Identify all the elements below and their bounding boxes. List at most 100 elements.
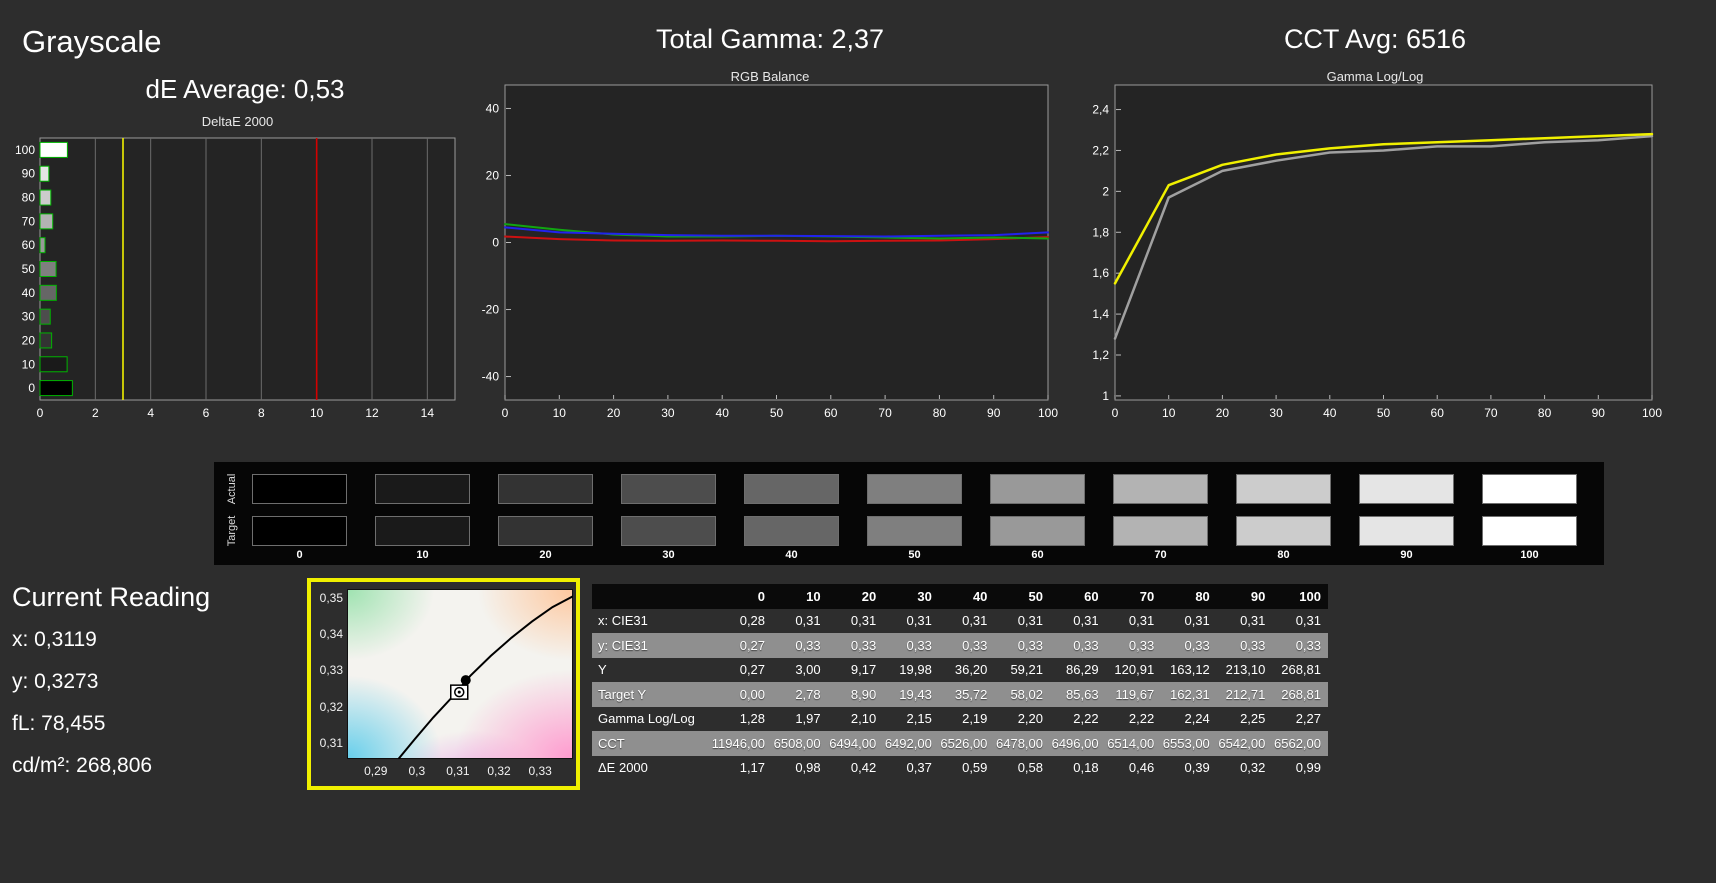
table-cell: 8,90 (850, 686, 877, 702)
swatch-actual-40 (744, 474, 839, 504)
table-cell: 213,10 (1225, 662, 1266, 678)
table-cell: 162,31 (1170, 686, 1210, 702)
table-cell: 212,71 (1225, 686, 1266, 702)
swatch-target-100 (1482, 516, 1577, 546)
table-cell: 0,33 (1295, 637, 1321, 653)
table-cell: 163,12 (1170, 662, 1210, 678)
cie-x-tick-label: 0,32 (487, 764, 511, 778)
table-col-100: 100 (1272, 584, 1328, 609)
table-cell: 0,33 (906, 637, 932, 653)
swatch-actual-20 (498, 474, 593, 504)
cie-x-tick-label: 0,31 (446, 764, 470, 778)
swatch-actual-90 (1359, 474, 1454, 504)
y-tick-label: 0 (492, 236, 499, 250)
table-row-label: Target Y (598, 686, 647, 702)
table-cell: 6553,00 (1162, 735, 1210, 751)
reading-luminance: cd/m²: 268,806 (12, 754, 153, 777)
y-tick-label: 2,4 (1092, 103, 1109, 117)
y-tick-label: -20 (482, 303, 500, 317)
x-tick-label: 100 (1642, 406, 1662, 420)
table-cell: 0,33 (962, 637, 988, 653)
table-cell: 0,31 (1128, 613, 1155, 629)
y-tick-label: 0 (28, 381, 35, 395)
x-tick-label: 70 (1484, 406, 1498, 420)
table-col-20: 20 (827, 584, 884, 609)
x-tick-label: 30 (1269, 406, 1283, 420)
swatch-level-70: 70 (1154, 549, 1167, 561)
de-average-stat: dE Average: 0,53 (145, 74, 345, 104)
swatch-level-60: 60 (1031, 549, 1044, 561)
table-cell: 6526,00 (940, 735, 988, 751)
y-tick-label: 70 (22, 214, 36, 228)
swatch-target-60 (990, 516, 1085, 546)
cie-y-tick-label: 0,33 (319, 663, 343, 678)
table-cell: 19,43 (899, 686, 932, 702)
table-cell: 6508,00 (773, 735, 821, 751)
table-cell: 268,81 (1281, 686, 1321, 702)
table-row: ΔE 2000 1,17 0,98 0,42 0,37 0,59 0,58 0,18 0,46 0… (592, 756, 1328, 781)
table-row: y: CIE31 0,27 0,33 0,33 0,33 0,33 0,33 0,33 0,33… (592, 633, 1328, 658)
calibration-report: Grayscale dE Average: 0,53 DeltaE 2000 0… (0, 0, 1716, 883)
table-header-row: 0 10 20 30 40 50 60 70 80 90 100 (592, 584, 1328, 609)
table-cell: 0,31 (850, 613, 877, 629)
x-tick-label: 50 (770, 406, 784, 420)
table-col-50: 50 (994, 584, 1050, 609)
table-cell: 2,78 (795, 686, 821, 702)
swatch-actual-80 (1236, 474, 1331, 504)
table-cell: 0,46 (1128, 760, 1155, 776)
table-cell: 0,28 (739, 613, 766, 629)
cie-overlay (397, 595, 573, 759)
y-tick-label: 2,2 (1092, 143, 1109, 157)
swatch-actual-10 (375, 474, 470, 504)
y-tick-label: 1,2 (1092, 348, 1109, 362)
deltae-2000-chart: 0 2 4 6 8 10 12 14 0 10 20 30 40 50 60 70 80 90 100 (15, 137, 456, 420)
table-cell: 0,39 (1184, 760, 1210, 776)
grayscale-swatch-strip: Actual Target 0 10 20 30 40 50 60 70 80 90 100 (214, 462, 1604, 565)
reading-point (460, 675, 471, 686)
table-row: Target Y 0,00 2,78 8,90 19,43 35,72 58,02 85,63… (592, 682, 1328, 707)
total-gamma-stat: Total Gamma: 2,37 (655, 24, 885, 54)
gamma_loglog-plot-area (1114, 84, 1653, 401)
deltae-bar-70 (39, 213, 54, 230)
table-row: Gamma Log/Log 1,28 1,97 2,10 2,15 2,19 2,20 2,2… (592, 707, 1328, 732)
table-row-label: y: CIE31 (598, 637, 648, 653)
table-cell: 0,59 (962, 760, 988, 776)
x-tick-label: 90 (1592, 406, 1606, 420)
table-cell: 0,33 (1073, 637, 1099, 653)
x-tick-label: 0 (1112, 406, 1119, 420)
swatch-target-10 (375, 516, 470, 546)
x-tick-label: 30 (661, 406, 675, 420)
x-tick-label: 20 (1216, 406, 1230, 420)
swatch-level-50: 50 (908, 549, 921, 561)
target-swatch-row (252, 516, 1577, 546)
deltae-bar-60 (39, 237, 46, 254)
table-cell: 0,00 (739, 686, 766, 702)
table-row-label: Y (598, 662, 607, 678)
table-cell: 1,97 (795, 711, 821, 727)
cie-y-tick-label: 0,34 (319, 627, 343, 642)
table-cell: 0,33 (795, 637, 821, 653)
x-tick-label: 70 (878, 406, 892, 420)
swatch-level-30: 30 (662, 549, 675, 561)
table-cell: 0,33 (1240, 637, 1266, 653)
rgb_balance-plot-area (504, 84, 1049, 401)
table-cell: 0,31 (1184, 613, 1210, 629)
table-cell: 58,02 (1010, 686, 1043, 702)
table-cell: 0,31 (1295, 613, 1321, 629)
y-tick-label: 60 (22, 238, 36, 252)
table-col-0: 0 (710, 584, 773, 609)
rgb-balance-chart: 40 20 0 -20 -40 0 10 20 30 40 50 60 70 80 90 100 (482, 84, 1058, 420)
table-col-90: 90 (1216, 584, 1273, 609)
cie-y-tick-label: 0,32 (319, 699, 343, 714)
y-tick-label: 30 (22, 310, 36, 324)
y-tick-label: 2 (1102, 184, 1109, 198)
table-cell: 0,98 (795, 760, 821, 776)
table-cell: 2,15 (906, 711, 932, 727)
swatch-level-10: 10 (416, 549, 429, 561)
table-cell: 2,22 (1073, 711, 1099, 727)
y-tick-label: 80 (22, 191, 36, 205)
y-tick-label: 40 (22, 286, 36, 300)
table-cell: 2,22 (1128, 711, 1155, 727)
table-cell: 1,28 (739, 711, 766, 727)
table-row: x: CIE31 0,28 0,31 0,31 0,31 0,31 0,31 0,31 0,31… (592, 609, 1328, 634)
